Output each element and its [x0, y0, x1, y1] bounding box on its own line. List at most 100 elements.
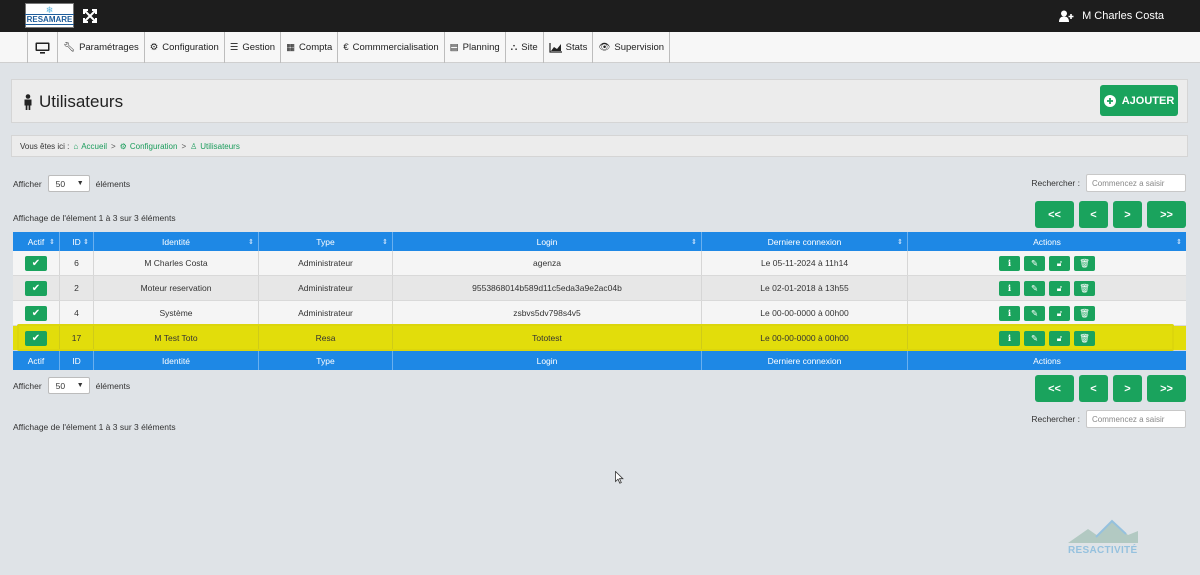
delete-button[interactable]: 🗑︎ — [1074, 255, 1095, 271]
sort-icon: ⇕ — [691, 238, 697, 246]
table-footer: Actif ID Identité Type Login Derniere co… — [13, 351, 1186, 370]
info-button[interactable]: ℹ — [999, 255, 1020, 271]
prev-page-button[interactable]: < — [1079, 375, 1108, 402]
next-page-button[interactable]: > — [1113, 201, 1142, 228]
cell-id: 4 — [60, 301, 94, 325]
user-menu[interactable]: M Charles Costa — [1059, 10, 1164, 22]
sort-icon: ⇕ — [1176, 238, 1182, 246]
edit-button[interactable]: ✎ — [1024, 280, 1045, 296]
eye-icon: 👁︎ — [598, 42, 611, 53]
unlock-button[interactable]: 🔓︎ — [1049, 305, 1070, 321]
menu-item-configuration[interactable]: ⚙ Configuration — [145, 32, 225, 63]
breadcrumb-configuration[interactable]: ⚙ Configuration — [120, 142, 178, 151]
page-size-value: 50 — [55, 178, 66, 189]
trash-icon: 🗑︎ — [1079, 307, 1090, 318]
delete-button[interactable]: 🗑︎ — [1074, 330, 1095, 346]
page-size-value: 50 — [55, 380, 66, 391]
cell-actions: ℹ ✎ 🔓︎ 🗑︎ — [908, 301, 1186, 325]
breadcrumb: Vous êtes ici : ⌂ Accueil > ⚙ Configurat… — [11, 135, 1188, 157]
column-header-type[interactable]: Type ⇕ — [259, 232, 393, 251]
app-logo[interactable]: ❄ RESAMARE — [24, 3, 75, 28]
page-size-select[interactable]: 50 ▼ — [47, 175, 90, 192]
unlock-button[interactable]: 🔓︎ — [1049, 255, 1070, 271]
column-header-actif[interactable]: Actif ⇕ — [13, 232, 60, 251]
page-size-select[interactable]: 50 ▼ — [47, 377, 90, 394]
column-header-login[interactable]: Login ⇕ — [393, 232, 702, 251]
edit-button[interactable]: ✎ — [1024, 330, 1045, 346]
mouse-cursor-icon — [615, 471, 624, 484]
column-header-derniere-connexion[interactable]: Derniere connexion ⇕ — [702, 232, 908, 251]
active-toggle[interactable]: ✔ — [25, 255, 47, 271]
fullscreen-icon[interactable] — [82, 8, 98, 24]
column-header-actions[interactable]: Actions ⇕ — [908, 232, 1186, 251]
column-label: Derniere connexion — [767, 236, 842, 247]
prev-page-button[interactable]: < — [1079, 201, 1108, 228]
search-input[interactable]: Commencez a saisir — [1086, 174, 1186, 192]
male-user-icon: ♙ — [190, 141, 198, 151]
edit-button[interactable]: ✎ — [1024, 255, 1045, 271]
menu-item-commercialisation[interactable]: € Commmercialisation — [338, 32, 445, 63]
check-icon: ✔ — [31, 257, 41, 269]
page-title: Utilisateurs — [23, 92, 123, 112]
active-toggle[interactable]: ✔ — [25, 305, 47, 321]
next-page-button[interactable]: > — [1113, 375, 1142, 402]
menu-item-site[interactable]: ⛬ Site — [506, 32, 544, 63]
search-control-top: Rechercher : Commencez a saisir — [1031, 174, 1186, 192]
menu-item-supervision[interactable]: 👁︎ Supervision — [593, 32, 671, 63]
cell-type: Resa — [259, 326, 393, 350]
cell-login: Tototest — [393, 326, 702, 350]
info-button[interactable]: ℹ — [999, 280, 1020, 296]
delete-button[interactable]: 🗑︎ — [1074, 280, 1095, 296]
breadcrumb-home[interactable]: ⌂ Accueil — [73, 142, 107, 151]
menu-label: Gestion — [242, 42, 276, 53]
column-header-id[interactable]: ID ⇕ — [60, 232, 94, 251]
cell-connexion: Le 00-00-0000 à 00h00 — [702, 301, 908, 325]
first-page-button[interactable]: << — [1035, 375, 1074, 402]
sort-icon: ⇕ — [897, 238, 903, 246]
last-page-button[interactable]: >> — [1147, 201, 1186, 228]
sitemap-icon: ⛬ — [510, 42, 518, 53]
unlock-icon: 🔓︎ — [1056, 307, 1063, 318]
add-user-button[interactable]: AJOUTER — [1100, 85, 1178, 116]
first-page-button[interactable]: << — [1035, 201, 1074, 228]
search-input[interactable]: Commencez a saisir — [1086, 410, 1186, 428]
edit-button[interactable]: ✎ — [1024, 305, 1045, 321]
column-label: ID — [72, 236, 81, 247]
cell-login: agenza — [393, 251, 702, 275]
watermark-text: RESACTIVITÉ — [1068, 545, 1138, 556]
footer-actif: Actif — [13, 351, 60, 370]
column-header-identite[interactable]: Identité ⇕ — [94, 232, 259, 251]
active-cell: ✔ — [13, 251, 60, 275]
menu-item-planning[interactable]: ▤ Planning — [445, 32, 506, 63]
cell-identite: Système — [94, 301, 259, 325]
menu-item-stats[interactable]: Stats — [544, 32, 594, 63]
trash-icon: 🗑︎ — [1079, 332, 1090, 343]
menu-item-compta[interactable]: ▦ Compta — [281, 32, 339, 63]
search-control-bottom: Rechercher : Commencez a saisir — [1031, 410, 1186, 428]
home-icon: ⌂ — [73, 141, 79, 151]
menu-item-parametrages[interactable]: 🔧︎ Paramétrages — [58, 32, 145, 63]
search-placeholder: Commencez a saisir — [1092, 414, 1165, 424]
cell-id: 6 — [60, 251, 94, 275]
show-prefix: Afficher — [13, 178, 42, 189]
unlock-button[interactable]: 🔓︎ — [1049, 330, 1070, 346]
table-row: ✔ 6 M Charles Costa Administrateur agenz… — [13, 251, 1186, 276]
active-toggle[interactable]: ✔ — [25, 280, 47, 296]
info-button[interactable]: ℹ — [999, 305, 1020, 321]
delete-button[interactable]: 🗑︎ — [1074, 305, 1095, 321]
cell-type: Administrateur — [259, 301, 393, 325]
menu-item-gestion[interactable]: ☰ Gestion — [225, 32, 282, 63]
cell-identite: M Test Toto — [94, 326, 259, 350]
info-button[interactable]: ℹ — [999, 330, 1020, 346]
check-icon: ✔ — [31, 282, 41, 294]
menu-item-dashboard[interactable] — [28, 32, 58, 63]
active-toggle[interactable]: ✔ — [25, 330, 47, 346]
page-size-control-top: Afficher 50 ▼ éléments — [13, 175, 130, 192]
footer-type: Type — [259, 351, 393, 370]
last-page-button[interactable]: >> — [1147, 375, 1186, 402]
breadcrumb-label: Utilisateurs — [200, 141, 240, 151]
cell-identite: M Charles Costa — [94, 251, 259, 275]
logo-text: RESAMARE — [24, 13, 75, 25]
unlock-button[interactable]: 🔓︎ — [1049, 280, 1070, 296]
menu-label: Paramétrages — [79, 42, 139, 53]
